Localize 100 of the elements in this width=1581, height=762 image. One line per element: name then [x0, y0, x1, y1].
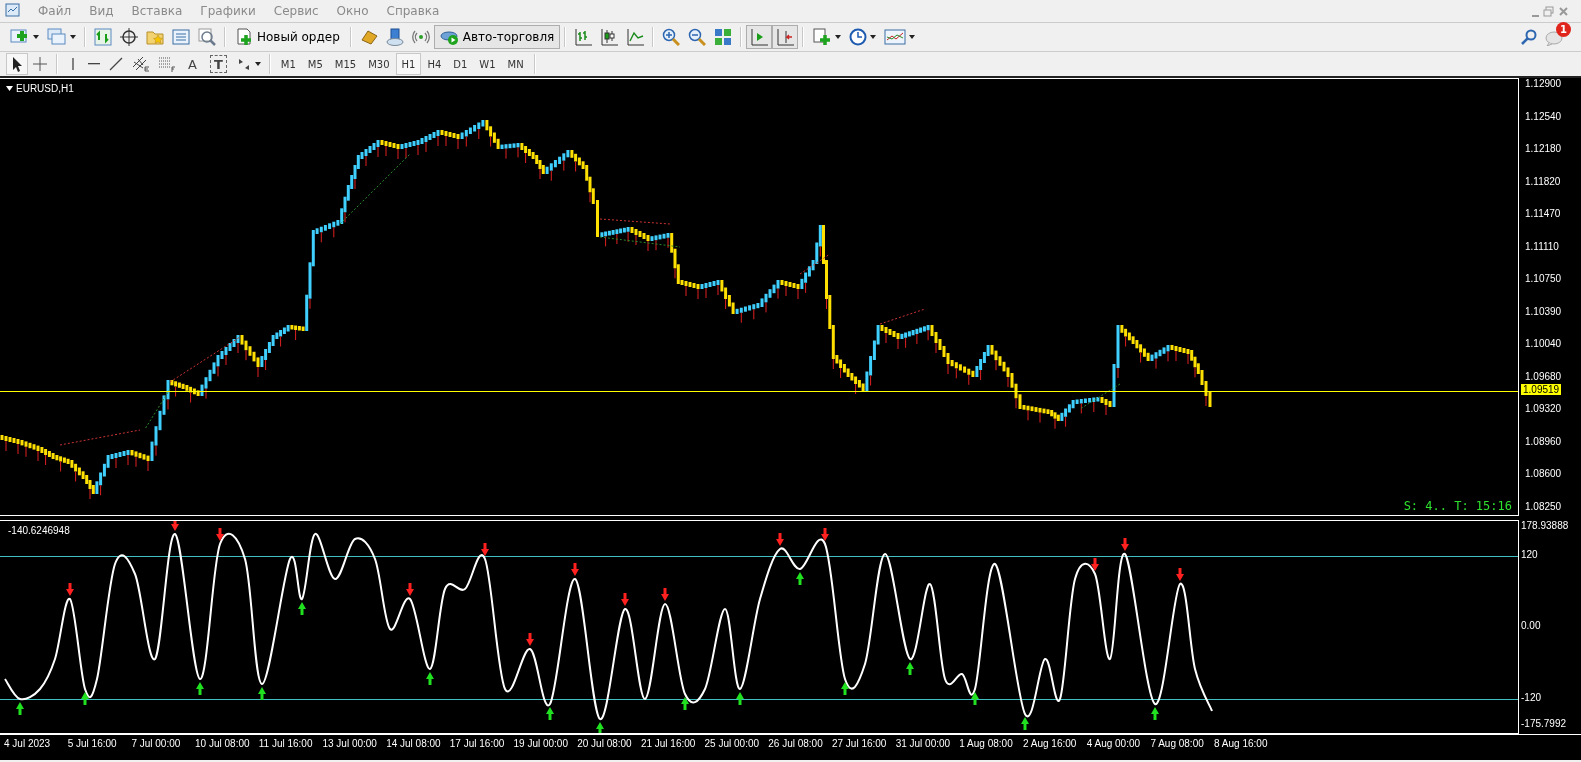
- text-tool-button[interactable]: A: [180, 53, 205, 75]
- timeframe-button[interactable]: D1: [447, 53, 474, 75]
- price-tick-label: 1.11470: [1525, 208, 1561, 219]
- axis-shift-icon: [776, 28, 795, 46]
- server-cloud-icon: [385, 28, 404, 46]
- time-tick-label: 5 Jul 16:00: [67, 737, 118, 751]
- new-order-button[interactable]: Новый ордер: [230, 25, 346, 49]
- zoom-out-icon: [688, 28, 707, 46]
- time-tick-label: 25 Jul 00:00: [704, 737, 761, 751]
- time-tick-label: 31 Jul 00:00: [895, 737, 952, 751]
- chart-window-icon: [884, 28, 907, 46]
- price-tick-label: 1.12900: [1525, 78, 1562, 89]
- cursor-button[interactable]: [6, 53, 28, 75]
- timeframe-button[interactable]: M30: [362, 53, 396, 75]
- plus-chart-icon: [10, 28, 30, 46]
- time-tick-label: 17 Jul 16:00: [449, 737, 506, 751]
- indicator-tick-label: 178.93888: [1521, 520, 1569, 531]
- price-tick-label: 1.12180: [1525, 143, 1562, 154]
- time-tick-label: 4 Jul 2023: [4, 737, 52, 751]
- auto-trading-button[interactable]: Авто-торговля: [433, 25, 561, 49]
- doc-plus-icon: [812, 28, 833, 46]
- timeframe-button[interactable]: M5: [301, 53, 329, 75]
- restore-icon: [1543, 5, 1554, 17]
- price-tick-label: 1.08960: [1525, 435, 1562, 447]
- indicator-tick-label: 120: [1521, 549, 1538, 560]
- minimize-icon: [1532, 14, 1539, 17]
- crosshair-icon: [120, 28, 138, 46]
- time-tick-label: 26 Jul 08:00: [768, 737, 824, 751]
- search-icon: [1521, 29, 1537, 45]
- time-tick-label: 14 Jul 08:00: [386, 737, 442, 751]
- time-tick-label: 7 Jul 00:00: [131, 737, 182, 751]
- indicator-tick-label: -175.7992: [1521, 718, 1567, 729]
- caret-icon: [835, 35, 842, 39]
- caret-icon: [70, 35, 76, 39]
- time-tick-label: 2 Aug 16:00: [1023, 737, 1078, 751]
- indicator-tick-label: -120: [1521, 692, 1541, 703]
- notification-badge: 1: [1556, 22, 1571, 37]
- time-tick-label: 27 Jul 16:00: [831, 737, 888, 751]
- caret-icon: [33, 35, 39, 39]
- tiles-icon: [714, 28, 733, 46]
- price-tick-label: 1.11820: [1525, 175, 1561, 187]
- dropdown-icon: [6, 86, 13, 91]
- price-tick-label: 1.08600: [1525, 468, 1562, 479]
- folder-star-icon: [146, 28, 164, 46]
- text-label-tool-button[interactable]: T: [209, 55, 227, 73]
- price-tick-label: 1.10040: [1525, 338, 1562, 349]
- current-price-label: 1.09519: [1521, 384, 1562, 395]
- time-tick-label: 11 Jul 16:00: [258, 737, 314, 751]
- time-tick-label: 1 Aug 08:00: [959, 737, 1014, 751]
- symbol-label: EURUSD,H1: [16, 83, 74, 94]
- messages-button[interactable]: 1: [1541, 25, 1569, 49]
- document-plus-icon: [236, 28, 254, 46]
- caret-icon: [254, 62, 261, 66]
- clock-icon: [849, 28, 868, 46]
- ingot-icon: [359, 28, 378, 46]
- axis-play-icon: [750, 28, 769, 46]
- timeframe-button[interactable]: H4: [421, 53, 448, 75]
- signal-waves-icon: [411, 28, 430, 46]
- price-tick-label: 1.10390: [1525, 305, 1562, 317]
- list-window-icon: [172, 28, 190, 46]
- timeframe-button[interactable]: W1: [473, 53, 502, 75]
- time-tick-label: 21 Jul 16:00: [640, 737, 697, 751]
- channel-e-icon: [132, 55, 150, 73]
- chart-shift-button[interactable]: [772, 25, 799, 49]
- price-tick-label: 1.08250: [1525, 500, 1562, 512]
- time-tick-label: 13 Jul 00:00: [322, 737, 378, 751]
- indicator-tick-label: 0.00: [1521, 620, 1541, 631]
- timeframe-button[interactable]: H1: [395, 53, 422, 75]
- arrows-chart-icon: [94, 28, 112, 46]
- windows-icon: [47, 28, 67, 46]
- dotted-lines-f-icon: [158, 55, 176, 73]
- line-chart-icon: [626, 28, 645, 46]
- price-tick-label: 1.12540: [1525, 110, 1562, 122]
- time-tick-label: 7 Aug 08:00: [1150, 737, 1205, 751]
- zoom-in-icon: [662, 28, 681, 46]
- time-tick-label: 10 Jul 08:00: [195, 737, 251, 751]
- price-tick-label: 1.11110: [1525, 240, 1559, 252]
- cross-icon: [32, 56, 48, 72]
- close-icon: [1558, 5, 1569, 17]
- terminal-logo-icon: [5, 3, 21, 19]
- time-tick-label: 19 Jul 00:00: [513, 737, 569, 751]
- timeframe-button[interactable]: MN: [501, 53, 530, 75]
- time-tick-label: 4 Aug 00:00: [1086, 737, 1142, 751]
- auto-scroll-button[interactable]: [746, 25, 773, 49]
- timeframe-button[interactable]: M15: [328, 53, 363, 75]
- time-tick-label: 8 Aug 16:00: [1214, 737, 1269, 751]
- price-tick-label: 1.09680: [1525, 370, 1562, 382]
- indicator-value: -140.6246948: [8, 525, 70, 536]
- caret-icon: [909, 35, 916, 39]
- bars-icon: [574, 28, 593, 46]
- timeframe-button[interactable]: M1: [274, 53, 302, 75]
- candles-icon: [600, 28, 619, 46]
- price-tick-label: 1.10750: [1525, 273, 1562, 284]
- price-tick-label: 1.09320: [1525, 403, 1562, 414]
- caret-icon: [870, 35, 877, 39]
- horizontal-line-icon: [88, 63, 100, 65]
- magnifier-chart-icon: [198, 28, 216, 46]
- diagonal-line-icon: [108, 56, 124, 72]
- hat-play-icon: [439, 28, 460, 46]
- status-text: S: 4.. T: 15:16: [1403, 499, 1512, 513]
